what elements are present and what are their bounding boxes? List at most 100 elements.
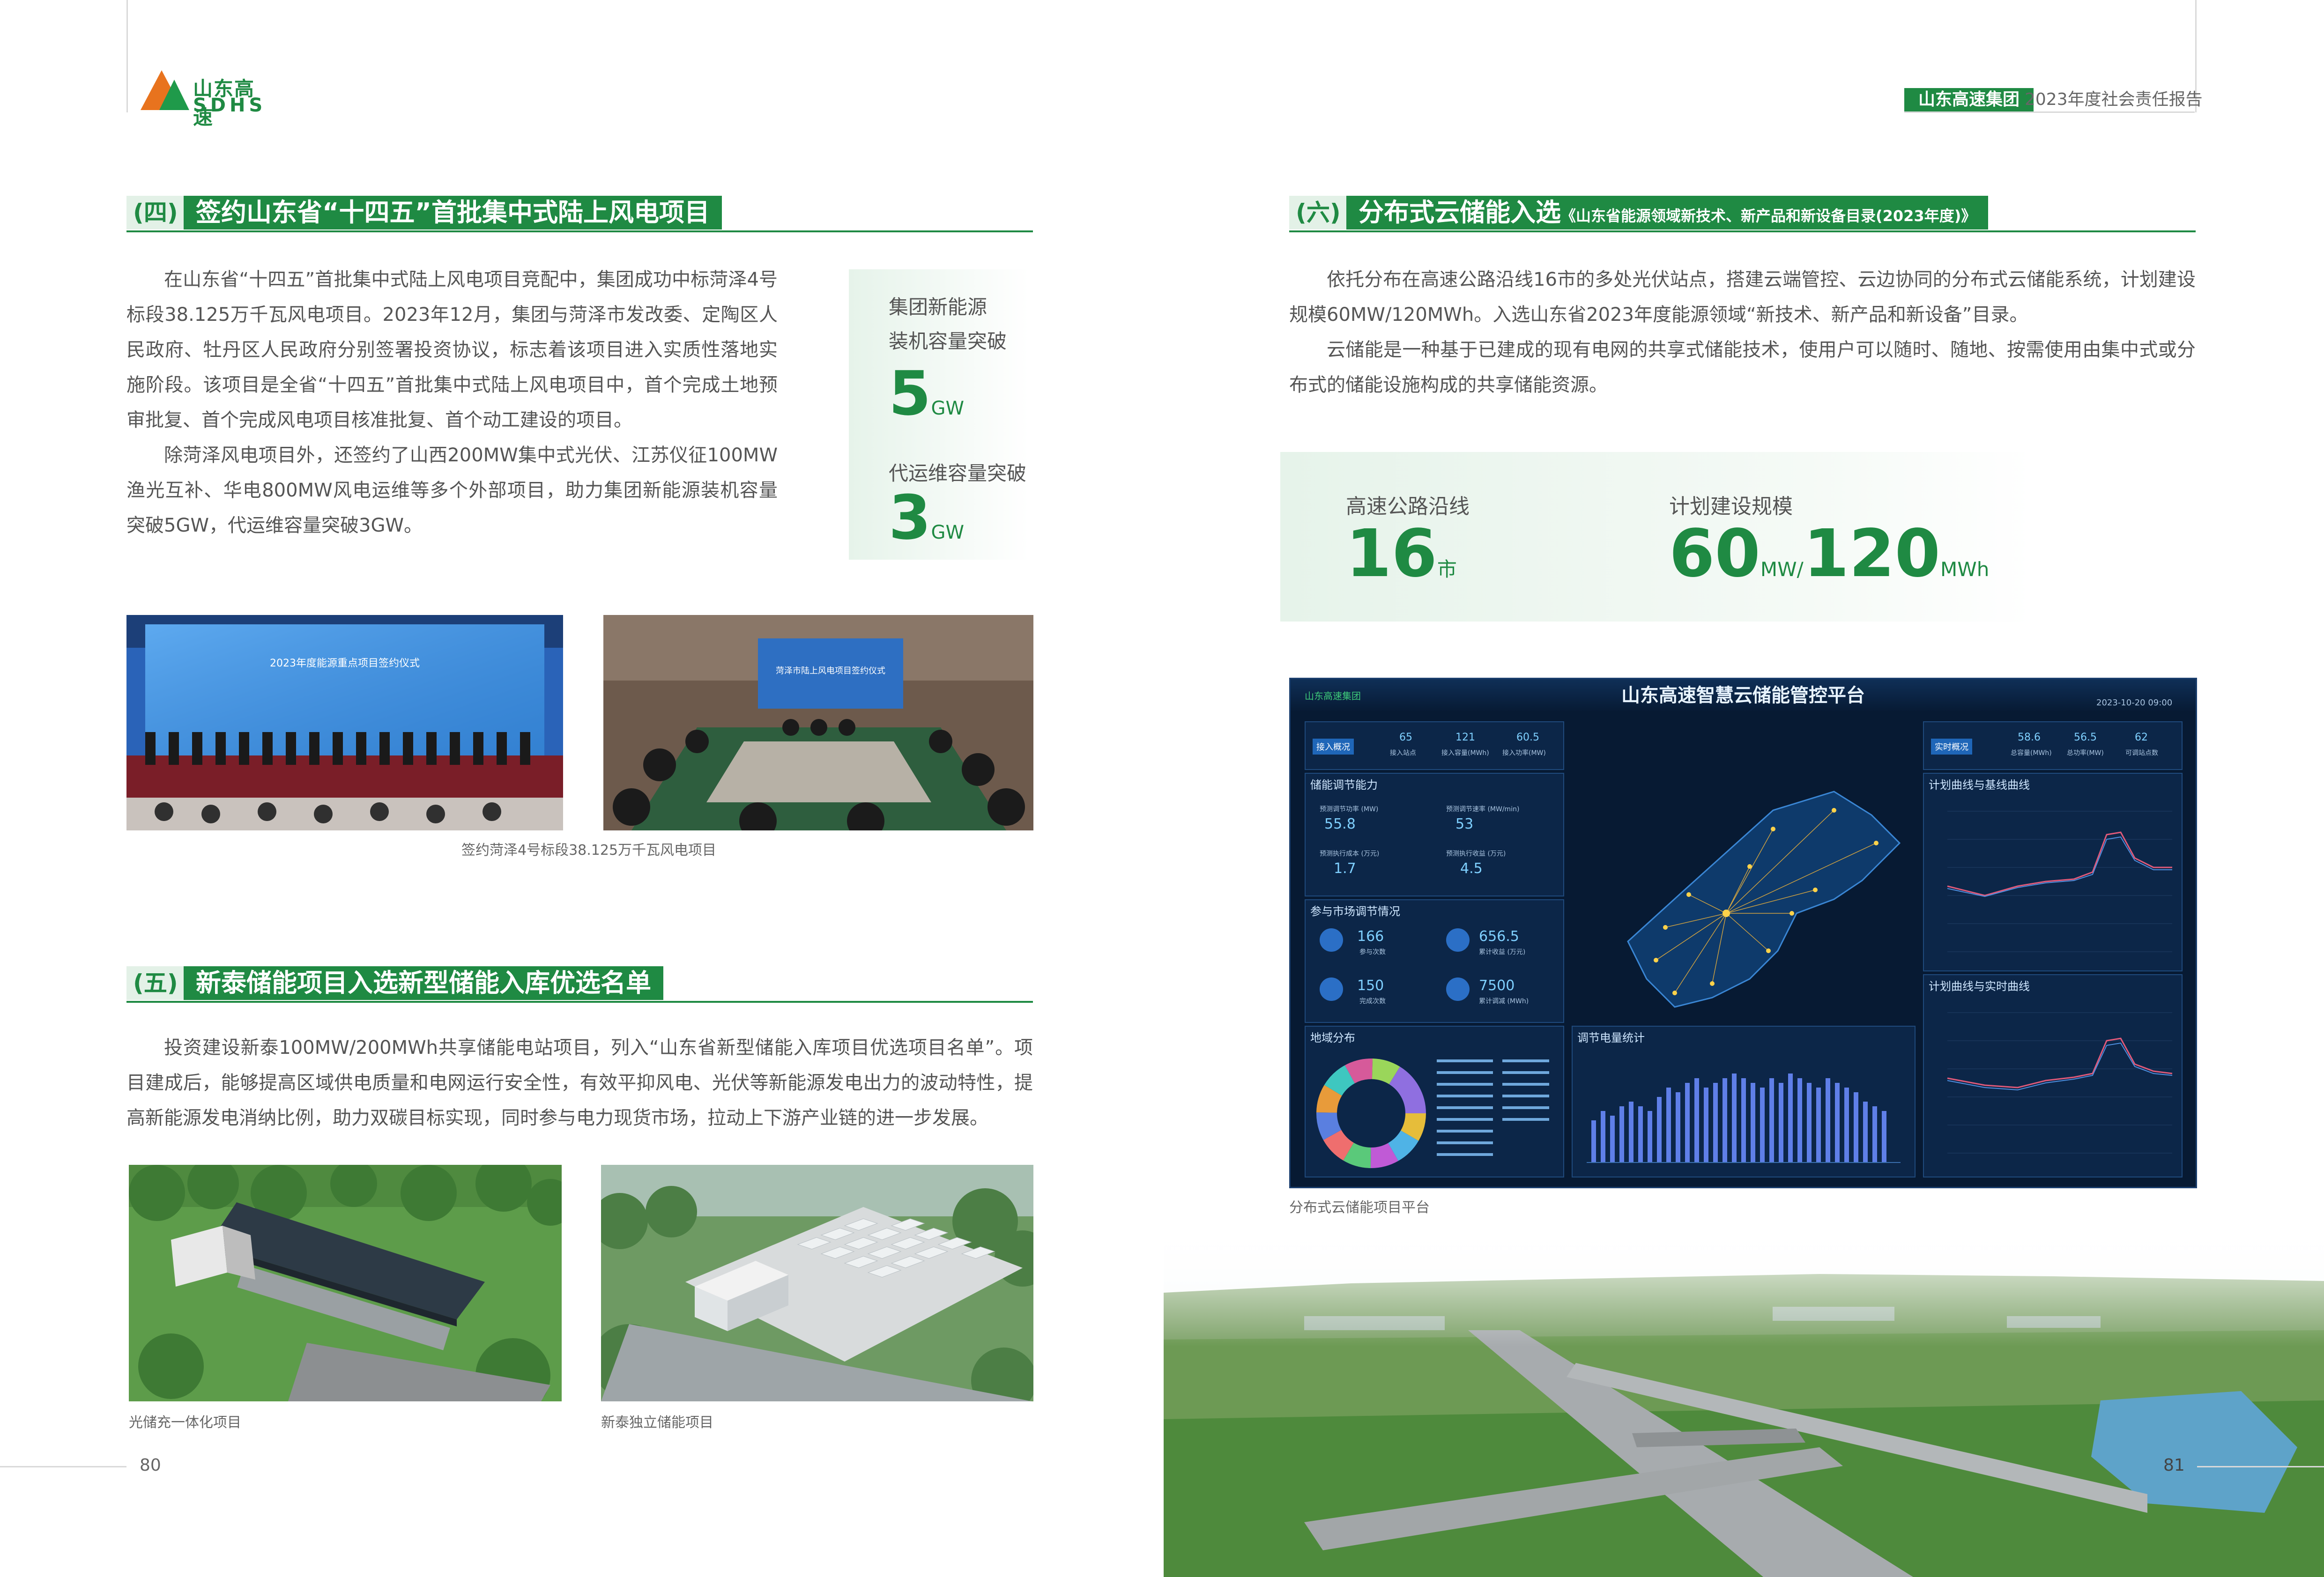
section-6-dashboard-caption: 分布式云储能项目平台 — [1289, 1199, 1430, 1216]
section-4-underline — [126, 230, 1033, 232]
market-c-value: 150 — [1357, 977, 1384, 994]
panel-regulation-energy: 调节电量统计 — [1572, 1026, 1916, 1177]
panel-access-overview: 接入概况 65 接入站点 121 接入容量(MWh) 60.5 接入功率(MW) — [1305, 721, 1564, 770]
panel-plan-vs-realtime: 计划曲线与实时曲线 — [1923, 974, 2183, 1177]
photo2-banner-text: 菏泽市陆上风电项目签约仪式 — [776, 666, 885, 676]
chart1-title: 计划曲线与基线曲线 — [1929, 778, 2030, 792]
page-number-right: 81 — [2163, 1456, 2185, 1475]
capacity-b-value: 53 — [1455, 816, 1474, 832]
stat-number-mw: 60 — [1669, 516, 1760, 592]
market-icon-d — [1446, 977, 1470, 1001]
section-6-stats-box: 高速公路沿线 16市 计划建设规模 60MW/120MWh — [1280, 452, 2032, 622]
capacity-d-value: 4.5 — [1460, 860, 1483, 877]
plan-realtime-line-chart — [1947, 1012, 2173, 1154]
stat-number-mwh: 120 — [1803, 516, 1940, 592]
realtime-v3: 62 — [2135, 732, 2148, 743]
market-c-label: 完成次数 — [1359, 998, 1386, 1005]
market-icon-a — [1320, 928, 1343, 952]
panel-region-distribution: 地域分布 — [1305, 1026, 1564, 1177]
footer-rule-right — [2197, 1466, 2324, 1467]
logo-text-en: SDHS — [193, 95, 267, 116]
photo-highway-aerial — [1164, 1222, 2324, 1577]
dashboard-datetime: 2023-10-20 09:00 — [2096, 698, 2173, 708]
stat-label-scale: 计划建设规模 — [1669, 495, 1793, 518]
realtime-l2: 总功率(MW) — [2067, 749, 2104, 757]
section-6-title: 分布式云储能入选《山东省能源领域新技术、新产品和新设备目录(2023年度)》 — [1346, 196, 1989, 230]
access-l3: 接入功率(MW) — [1502, 749, 1546, 757]
region-donut-chart — [1316, 1059, 1549, 1168]
section-5-paragraph-1: 投资建设新泰100MW/200MWh共享储能电站项目，列入“山东省新型储能入库项… — [126, 1037, 1033, 1129]
header-badge: 山东高速集团 — [1904, 88, 2034, 111]
section-4-paragraph-2: 除菏泽风电项目外，还签约了山西200MW集中式光伏、江苏仪征100MW渔光互补、… — [126, 444, 778, 536]
market-icon-b — [1446, 928, 1470, 952]
access-v1: 65 — [1399, 732, 1412, 743]
access-v3: 60.5 — [1516, 732, 1539, 743]
market-a-label: 参与次数 — [1359, 948, 1386, 956]
stat-number-capacity: 5 — [889, 358, 931, 429]
chart2-title: 计划曲线与实时曲线 — [1929, 980, 2030, 993]
market-d-label: 累计调减 (MWh) — [1479, 998, 1529, 1005]
section-5-caption-1: 光储充一体化项目 — [129, 1414, 241, 1431]
capacity-b-label: 预测调节速率 (MW/min) — [1446, 806, 1520, 813]
stat-unit-mw: MW/ — [1760, 558, 1804, 581]
panel-plan-vs-baseline: 计划曲线与基线曲线 — [1923, 773, 2183, 971]
capacity-d-label: 预测执行收益 (万元) — [1446, 850, 1506, 858]
panel-storage-capacity: 储能调节能力 预测调节功率 (MW) 55.8 预测调节速率 (MW/min) … — [1305, 773, 1564, 896]
market-b-label: 累计收益 (万元) — [1479, 948, 1526, 956]
shandong-network-map — [1627, 791, 1901, 1008]
market-title: 参与市场调节情况 — [1310, 905, 1400, 918]
bars-title: 调节电量统计 — [1577, 1031, 1645, 1044]
stat-label-capacity-b: 装机容量突破 — [889, 330, 1007, 353]
dashboard-title: 山东高速智慧云储能管控平台 — [1291, 679, 2196, 712]
stat-value-capacity: 5GW — [889, 363, 964, 439]
stat-value-cities: 16市 — [1346, 521, 1457, 602]
stat-label-capacity-a: 集团新能源 — [889, 296, 988, 318]
market-a-value: 166 — [1357, 928, 1384, 945]
section-6-underline — [1289, 230, 2196, 232]
capacity-title: 储能调节能力 — [1310, 778, 1378, 792]
left-margin-rule — [126, 0, 128, 112]
capacity-a-value: 55.8 — [1324, 816, 1356, 832]
panel-realtime-overview: 实时概况 58.6 总容量(MWh) 56.5 总功率(MW) 62 可调站点数 — [1923, 721, 2183, 770]
stat-number-cities: 16 — [1346, 516, 1437, 592]
section-5-underline — [126, 1001, 1033, 1003]
photo1-banner-text: 2023年度能源重点项目签约仪式 — [270, 658, 420, 669]
realtime-v2: 56.5 — [2074, 732, 2097, 743]
access-l2: 接入容量(MWh) — [1441, 749, 1489, 757]
header-rule-right — [1904, 111, 2195, 113]
footer-rule-left — [0, 1466, 126, 1467]
panel-market-participation: 参与市场调节情况 166 参与次数 656.5 累计收益 (万元) 150 完成… — [1305, 899, 1564, 1023]
access-l1: 接入站点 — [1390, 749, 1416, 757]
stat-value-om: 3GW — [889, 487, 964, 563]
capacity-a-label: 预测调节功率 (MW) — [1320, 806, 1379, 813]
photo-signing-ceremony: 2023年度能源重点项目签约仪式 — [126, 615, 563, 830]
stat-unit-mwh: MWh — [1940, 558, 1990, 581]
section-5-title: 新泰储能项目入选新型储能入库优选名单 — [184, 966, 663, 1000]
photo-solar-storage-charging — [129, 1165, 562, 1401]
section-6-paragraph-1: 依托分布在高速公路沿线16市的多处光伏站点，搭建云端管控、云边协同的分布式云储能… — [1289, 269, 2196, 326]
section-4-photo-caption: 签约菏泽4号标段38.125万千瓦风电项目 — [461, 842, 717, 859]
page-number-left: 80 — [140, 1456, 161, 1475]
section-6-number: (六) — [1289, 196, 1347, 230]
capacity-c-value: 1.7 — [1334, 860, 1356, 877]
cloud-storage-dashboard: 山东高速智慧云储能管控平台 山东高速集团 2023-10-20 09:00 接入… — [1289, 678, 2197, 1188]
market-d-value: 7500 — [1479, 977, 1515, 994]
company-logo: 山东高速 SDHS — [141, 70, 262, 129]
regulation-bar-chart — [1587, 1074, 1901, 1163]
section-6-title-main: 分布式云储能入选 — [1359, 198, 1561, 227]
section-4-number: (四) — [126, 196, 185, 230]
access-v2: 121 — [1455, 732, 1475, 743]
capacity-c-label: 预测执行成本 (万元) — [1320, 850, 1380, 858]
stat-label-cities: 高速公路沿线 — [1346, 495, 1470, 518]
stat-unit-capacity: GW — [931, 398, 965, 419]
stat-number-om: 3 — [889, 482, 931, 553]
logo-green-triangle — [159, 80, 189, 110]
section-5-number: (五) — [126, 966, 185, 1000]
section-6-title-sub: 《山东省能源领域新技术、新产品和新设备目录(2023年度)》 — [1561, 207, 1976, 225]
realtime-l1: 总容量(MWh) — [2011, 749, 2052, 757]
section-4-paragraph-1: 在山东省“十四五”首批集中式陆上风电项目竞配中，集团成功中标菏泽4号标段38.1… — [126, 269, 778, 431]
stats-sidebar: 集团新能源 装机容量突破 5GW 代运维容量突破 3GW — [849, 269, 1029, 560]
access-tag: 接入概况 — [1313, 739, 1354, 755]
section-6-paragraph-2: 云储能是一种基于已建成的现有电网的共享式储能技术，使用户可以随时、随地、按需使用… — [1289, 339, 2196, 396]
dashboard-logo: 山东高速集团 — [1305, 690, 1361, 702]
